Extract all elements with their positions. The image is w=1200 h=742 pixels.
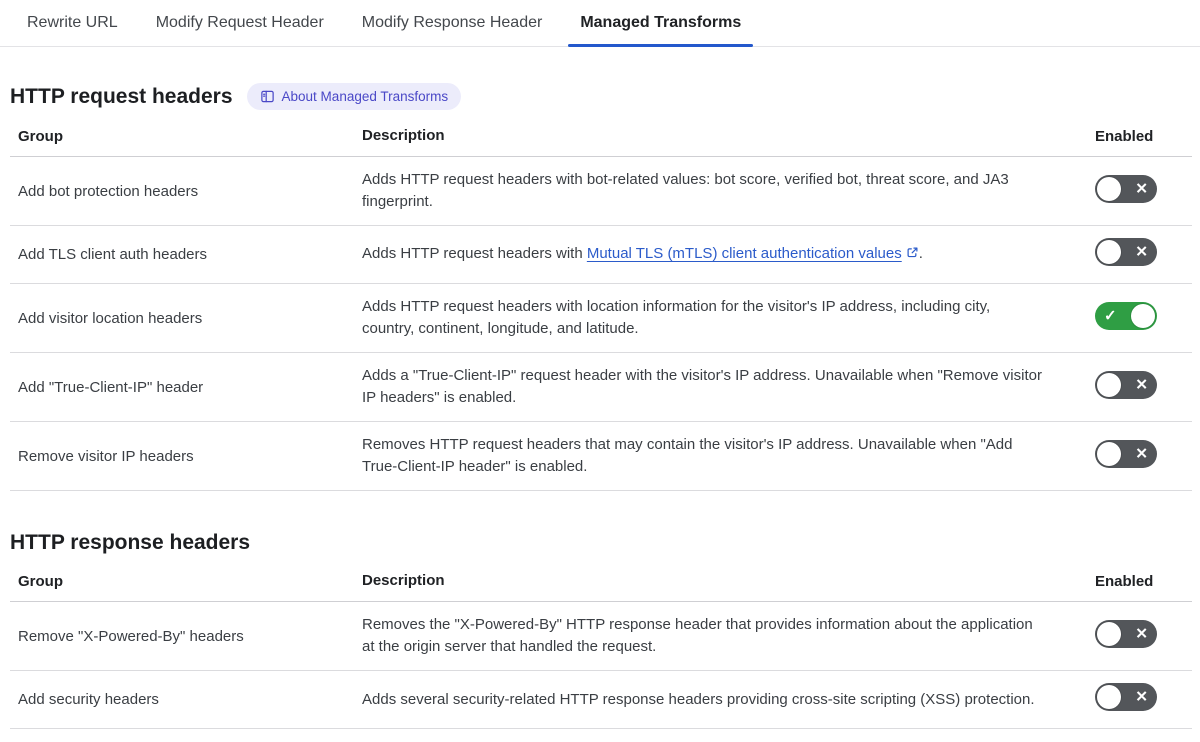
toggle-state-icon: ✕ (1135, 445, 1148, 462)
toggle-knob (1097, 441, 1121, 466)
toggle-state-icon: ✕ (1135, 688, 1148, 706)
badge-label: About Managed Transforms (281, 88, 449, 104)
request-section-title: HTTP request headers (10, 84, 233, 108)
response-headers-table: Group Description Enabled Remove "X-Powe… (10, 563, 1192, 729)
toggle-add-tls-client-auth-headers[interactable]: ✕ (1095, 238, 1157, 266)
description-cell: Adds HTTP request headers with Mutual TL… (362, 231, 1085, 278)
group-cell: Add security headers (18, 691, 159, 708)
toggle-state-icon: ✕ (1135, 625, 1148, 642)
description-text: . (918, 245, 923, 262)
toggle-add-visitor-location-headers[interactable]: ✓ (1095, 301, 1157, 330)
toggle-knob (1097, 685, 1121, 709)
group-cell: Remove visitor IP headers (18, 447, 194, 465)
table-row: Add security headers Adds several securi… (10, 671, 1192, 729)
tab-rewrite-url[interactable]: Rewrite URL (27, 0, 118, 46)
column-header-enabled: Enabled (1095, 127, 1154, 145)
tab-modify-response-header[interactable]: Modify Response Header (362, 0, 543, 46)
description-cell: Adds HTTP request headers with location … (362, 298, 991, 337)
group-cell: Add TLS client auth headers (18, 246, 208, 263)
request-headers-table: Group Description Enabled Add bot protec… (10, 118, 1192, 491)
column-header-group: Group (18, 572, 63, 590)
toggle-state-icon: ✓ (1104, 307, 1117, 324)
table-header-row: Group Description Enabled (10, 563, 1192, 602)
table-header-row: Group Description Enabled (10, 118, 1192, 157)
table-row: Add visitor location headers Adds HTTP r… (10, 284, 1192, 353)
column-header-enabled: Enabled (1095, 572, 1154, 590)
toggle-knob (1097, 240, 1121, 264)
toggle-add-true-client-ip-header[interactable]: ✕ (1095, 370, 1157, 399)
book-icon (260, 89, 275, 104)
group-cell: Add visitor location headers (18, 309, 203, 327)
description-text: Adds HTTP request headers with (362, 245, 587, 262)
toggle-knob (1097, 372, 1121, 397)
toggle-state-icon: ✕ (1135, 243, 1148, 261)
description-cell: Removes the "X-Powered-By" HTTP response… (362, 616, 1033, 655)
group-cell: Remove "X-Powered-By" headers (18, 627, 244, 645)
toggle-add-security-headers[interactable]: ✕ (1095, 683, 1157, 711)
tab-managed-transforms[interactable]: Managed Transforms (568, 0, 754, 47)
toggle-state-icon: ✕ (1135, 180, 1148, 197)
table-row: Remove "X-Powered-By" headers Removes th… (10, 602, 1192, 671)
tab-bar: Rewrite URL Modify Request Header Modify… (0, 0, 1200, 47)
group-cell: Add "True-Client-IP" header (18, 378, 204, 396)
response-section-title: HTTP response headers (10, 531, 251, 554)
column-header-description: Description (362, 572, 445, 589)
toggle-knob (1097, 621, 1121, 646)
external-link-icon (906, 246, 919, 263)
table-row: Add "True-Client-IP" header Adds a "True… (10, 353, 1192, 422)
tab-modify-request-header[interactable]: Modify Request Header (156, 0, 324, 46)
column-header-group: Group (18, 127, 63, 145)
table-row: Remove visitor IP headers Removes HTTP r… (10, 422, 1192, 491)
table-row: Add TLS client auth headers Adds HTTP re… (10, 226, 1192, 284)
description-cell: Adds several security-related HTTP respo… (362, 690, 1035, 708)
toggle-knob (1097, 176, 1121, 201)
request-headers-section: HTTP request headers About Managed Trans… (0, 83, 1200, 491)
column-header-description: Description (362, 127, 445, 144)
toggle-remove-visitor-ip-headers[interactable]: ✕ (1095, 439, 1157, 468)
response-headers-section: HTTP response headers Group Description … (0, 531, 1200, 729)
toggle-add-bot-protection-headers[interactable]: ✕ (1095, 174, 1157, 203)
description-cell: Adds a "True-Client-IP" request header w… (362, 367, 1042, 406)
about-managed-transforms-link[interactable]: About Managed Transforms (246, 83, 462, 110)
toggle-remove-x-powered-by-headers[interactable]: ✕ (1095, 619, 1157, 648)
mtls-documentation-link[interactable]: Mutual TLS (mTLS) client authentication … (587, 245, 919, 262)
toggle-knob (1131, 303, 1155, 328)
table-row: Add bot protection headers Adds HTTP req… (10, 157, 1192, 226)
toggle-state-icon: ✕ (1135, 376, 1148, 393)
description-cell: Adds HTTP request headers with bot-relat… (362, 171, 1009, 210)
description-cell: Removes HTTP request headers that may co… (362, 436, 1013, 475)
group-cell: Add bot protection headers (18, 182, 199, 200)
